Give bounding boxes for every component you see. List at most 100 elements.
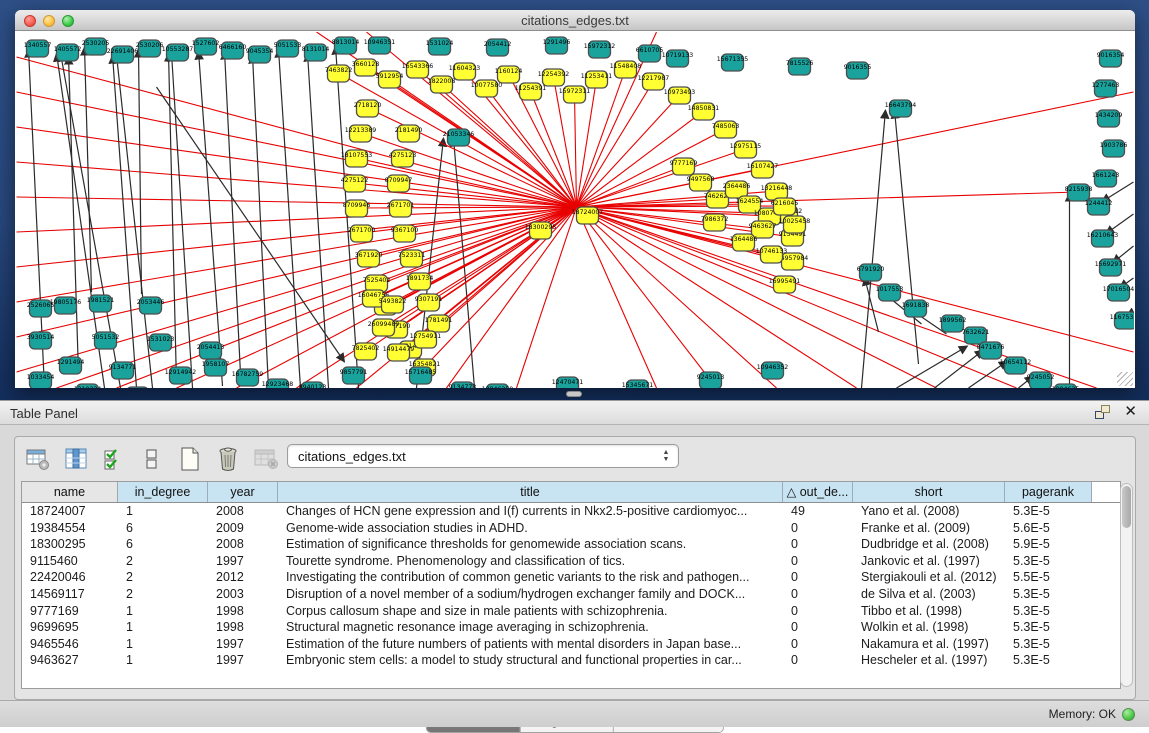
cell-title[interactable]: Estimation of the future numbers of pati… (278, 636, 783, 653)
cell-in_degree[interactable]: 6 (118, 520, 208, 537)
cell-in_degree[interactable]: 1 (118, 503, 208, 520)
cell-out_degree[interactable]: 0 (783, 619, 853, 636)
table-row[interactable]: 1456911722003Disruption of a novel membe… (22, 586, 1120, 603)
cell-in_degree[interactable]: 1 (118, 652, 208, 669)
cell-year[interactable]: 2008 (208, 503, 278, 520)
cell-name[interactable]: 9115460 (22, 553, 118, 570)
column-header-short[interactable]: short (853, 482, 1005, 502)
cell-out_degree[interactable]: 0 (783, 520, 853, 537)
cell-pagerank[interactable]: 5.3E-5 (1005, 586, 1092, 603)
cell-title[interactable]: Disruption of a novel member of a sodium… (278, 586, 783, 603)
column-header-title[interactable]: title (278, 482, 783, 502)
cell-out_degree[interactable]: 49 (783, 503, 853, 520)
cell-name[interactable]: 9465546 (22, 636, 118, 653)
column-header-year[interactable]: year (208, 482, 278, 502)
cell-year[interactable]: 2009 (208, 520, 278, 537)
cell-title[interactable]: Investigating the contribution of common… (278, 569, 783, 586)
cell-in_degree[interactable]: 1 (118, 603, 208, 620)
cell-out_degree[interactable]: 0 (783, 536, 853, 553)
cell-title[interactable]: Genome-wide association studies in ADHD. (278, 520, 783, 537)
cell-in_degree[interactable]: 1 (118, 636, 208, 653)
cell-name[interactable]: 9463627 (22, 652, 118, 669)
table-body[interactable]: 1872400712008Changes of HCN gene express… (22, 503, 1120, 688)
cell-name[interactable]: 22420046 (22, 569, 118, 586)
cell-out_degree[interactable]: 0 (783, 636, 853, 653)
table-row[interactable]: 1872400712008Changes of HCN gene express… (22, 503, 1120, 520)
cell-name[interactable]: 18724007 (22, 503, 118, 520)
delete-column-icon[interactable] (215, 446, 241, 472)
cell-short[interactable]: Franke et al. (2009) (853, 520, 1005, 537)
table-row[interactable]: 2242004622012Investigating the contribut… (22, 569, 1120, 586)
cell-short[interactable]: Jankovic et al. (1997) (853, 553, 1005, 570)
cell-name[interactable]: 14569117 (22, 586, 118, 603)
cell-short[interactable]: Hescheler et al. (1997) (853, 652, 1005, 669)
cell-title[interactable]: Structural magnetic resonance image aver… (278, 619, 783, 636)
cell-year[interactable]: 2008 (208, 536, 278, 553)
table-mode-icon[interactable] (25, 446, 51, 472)
cell-year[interactable]: 1997 (208, 553, 278, 570)
cell-in_degree[interactable]: 1 (118, 619, 208, 636)
create-column-icon[interactable] (177, 446, 203, 472)
show-columns-icon[interactable] (63, 446, 89, 472)
graph-node[interactable] (127, 387, 149, 388)
cell-pagerank[interactable]: 5.6E-5 (1005, 520, 1092, 537)
cell-out_degree[interactable]: 0 (783, 603, 853, 620)
cell-out_degree[interactable]: 0 (783, 569, 853, 586)
table-row[interactable]: 1938455462009Genome-wide association stu… (22, 520, 1120, 537)
table-scrollbar[interactable] (1120, 483, 1133, 687)
cell-title[interactable]: Embryonic stem cells: a model to study s… (278, 652, 783, 669)
cell-year[interactable]: 1998 (208, 603, 278, 620)
cell-in_degree[interactable]: 2 (118, 569, 208, 586)
cell-year[interactable]: 1997 (208, 636, 278, 653)
cell-pagerank[interactable]: 5.3E-5 (1005, 603, 1092, 620)
table-row[interactable]: 977716911998Corpus callosum shape and si… (22, 603, 1120, 620)
network-view[interactable]: 1872400718300295271812012213389181075534… (16, 32, 1134, 388)
cell-year[interactable]: 2012 (208, 569, 278, 586)
rows-icon[interactable] (139, 446, 165, 472)
table-row[interactable]: 969969511998Structural magnetic resonanc… (22, 619, 1120, 636)
cell-pagerank[interactable]: 5.3E-5 (1005, 636, 1092, 653)
cell-out_degree[interactable]: 0 (783, 652, 853, 669)
cell-pagerank[interactable]: 5.5E-5 (1005, 569, 1092, 586)
cell-in_degree[interactable]: 2 (118, 553, 208, 570)
window-titlebar[interactable]: citations_edges.txt (15, 10, 1135, 31)
scrollbar-thumb[interactable] (1122, 486, 1131, 528)
window-resize-grip[interactable] (1117, 372, 1133, 386)
close-icon[interactable]: ✕ (1124, 405, 1137, 419)
cell-short[interactable]: Nakamura et al. (1997) (853, 636, 1005, 653)
cell-short[interactable]: Dudbridge et al. (2008) (853, 536, 1005, 553)
table-select-dropdown[interactable]: citations_edges.txt ▲▼ (287, 444, 679, 468)
cell-short[interactable]: de Silva et al. (2003) (853, 586, 1005, 603)
cell-name[interactable]: 9777169 (22, 603, 118, 620)
cell-out_degree[interactable]: 0 (783, 553, 853, 570)
cell-in_degree[interactable]: 6 (118, 536, 208, 553)
column-header-out_degree[interactable]: △ out_de... (783, 482, 853, 502)
cell-short[interactable]: Stergiakouli et al. (2012) (853, 569, 1005, 586)
column-header-pagerank[interactable]: pagerank (1005, 482, 1092, 502)
cell-short[interactable]: Wolkin et al. (1998) (853, 619, 1005, 636)
float-window-icon[interactable] (1095, 405, 1110, 419)
cell-name[interactable]: 9699695 (22, 619, 118, 636)
cell-title[interactable]: Estimation of significance thresholds fo… (278, 536, 783, 553)
cell-name[interactable]: 19384554 (22, 520, 118, 537)
cell-pagerank[interactable]: 5.3E-5 (1005, 553, 1092, 570)
column-selection-icon[interactable] (101, 446, 127, 472)
column-header-name[interactable]: name (22, 482, 118, 502)
cell-short[interactable]: Yano et al. (2008) (853, 503, 1005, 520)
cell-name[interactable]: 18300295 (22, 536, 118, 553)
cell-pagerank[interactable]: 5.9E-5 (1005, 536, 1092, 553)
cell-short[interactable]: Tibbo et al. (1998) (853, 603, 1005, 620)
cell-pagerank[interactable]: 5.3E-5 (1005, 503, 1092, 520)
network-canvas[interactable]: 1872400718300295271812012213389181075534… (16, 32, 1134, 388)
cell-year[interactable]: 2003 (208, 586, 278, 603)
cell-year[interactable]: 1997 (208, 652, 278, 669)
table-row[interactable]: 946554611997Estimation of the future num… (22, 636, 1120, 653)
panel-split-grip[interactable] (566, 391, 582, 397)
column-header-in_degree[interactable]: in_degree (118, 482, 208, 502)
cell-title[interactable]: Changes of HCN gene expression and I(f) … (278, 503, 783, 520)
table-row[interactable]: 1830029562008Estimation of significance … (22, 536, 1120, 553)
cell-pagerank[interactable]: 5.3E-5 (1005, 619, 1092, 636)
table-header-row[interactable]: namein_degreeyeartitle△ out_de...shortpa… (22, 482, 1120, 503)
cell-pagerank[interactable]: 5.3E-5 (1005, 652, 1092, 669)
cell-year[interactable]: 1998 (208, 619, 278, 636)
